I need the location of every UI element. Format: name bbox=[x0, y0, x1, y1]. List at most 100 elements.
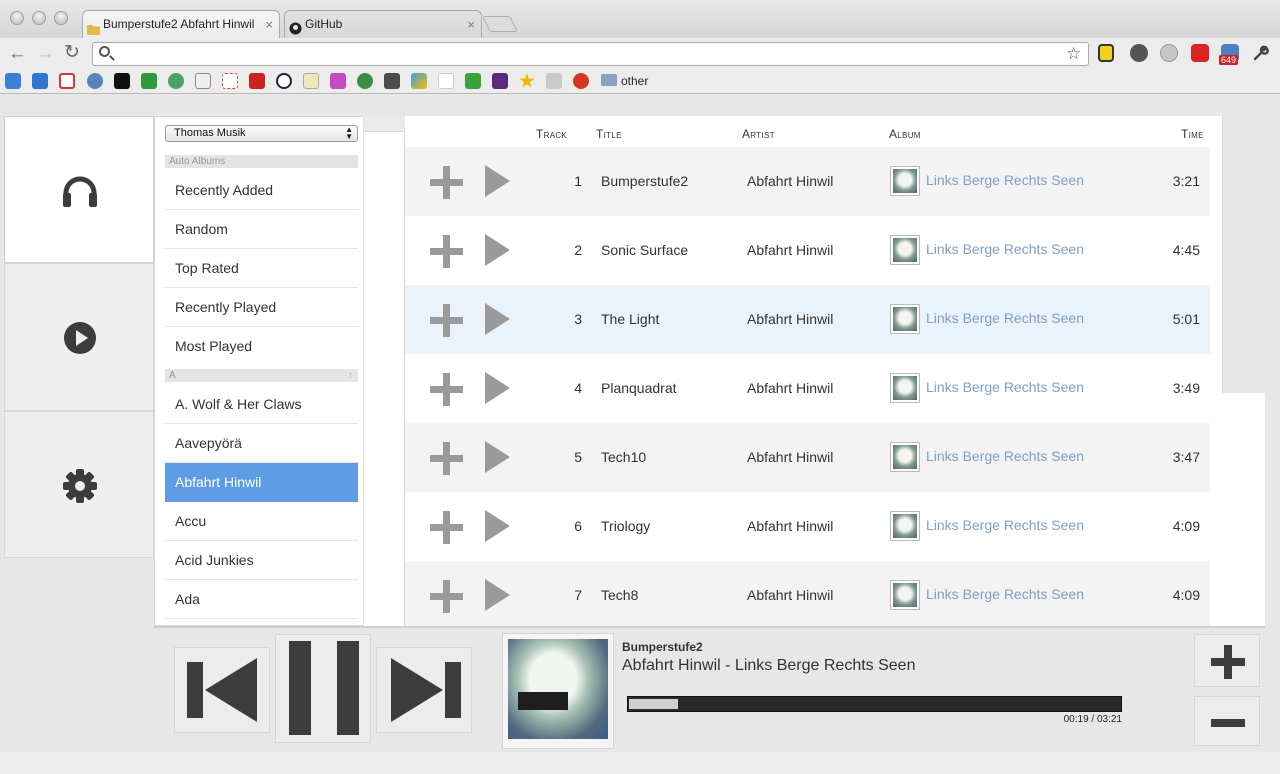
column-header-artist[interactable]: Artist bbox=[742, 127, 775, 141]
table-row[interactable]: 1 Bumperstufe2 Abfahrt Hinwil Links Berg… bbox=[405, 147, 1210, 216]
album-link[interactable]: Links Berge Rechts Seen bbox=[926, 448, 1084, 464]
nav-settings[interactable] bbox=[4, 411, 154, 558]
album-link[interactable]: Links Berge Rechts Seen bbox=[926, 310, 1084, 326]
close-window-icon[interactable] bbox=[10, 11, 24, 25]
progress-bar[interactable] bbox=[627, 696, 1122, 712]
add-to-queue-icon[interactable] bbox=[430, 511, 463, 544]
address-bar[interactable] bbox=[92, 42, 1089, 66]
bookmark-star-icon[interactable]: ☆ bbox=[1066, 44, 1081, 64]
minimize-window-icon[interactable] bbox=[32, 11, 46, 25]
column-header-album[interactable]: Album bbox=[889, 127, 921, 141]
album-link[interactable]: Links Berge Rechts Seen bbox=[926, 517, 1084, 533]
table-row[interactable]: 7 Tech8 Abfahrt Hinwil Links Berge Recht… bbox=[405, 561, 1210, 626]
album-column-header bbox=[364, 116, 405, 132]
bookmark-icon[interactable] bbox=[222, 73, 238, 89]
table-row[interactable]: 2 Sonic Surface Abfahrt Hinwil Links Ber… bbox=[405, 216, 1210, 285]
artist-item[interactable]: A. Wolf & Her Claws bbox=[165, 385, 358, 424]
play-icon[interactable] bbox=[485, 303, 510, 335]
tracklist-scrollbar-thumb[interactable] bbox=[1222, 116, 1265, 393]
gmail-icon[interactable] bbox=[59, 73, 75, 89]
play-icon[interactable] bbox=[485, 510, 510, 542]
album-item-random[interactable]: Random bbox=[165, 210, 358, 249]
album-link[interactable]: Links Berge Rechts Seen bbox=[926, 379, 1084, 395]
volume-down-button[interactable] bbox=[1194, 696, 1260, 746]
track-time: 3:49 bbox=[1172, 380, 1200, 396]
column-header-time[interactable]: Time bbox=[1181, 127, 1204, 141]
wikipedia-icon[interactable] bbox=[195, 73, 211, 89]
play-icon[interactable] bbox=[485, 579, 510, 611]
track-title: Planquadrat bbox=[601, 380, 677, 396]
bookmark-icon[interactable] bbox=[357, 73, 373, 89]
nav-library[interactable] bbox=[4, 116, 154, 263]
forward-button[interactable]: → bbox=[36, 44, 55, 64]
bookmark-icon[interactable] bbox=[492, 73, 508, 89]
back-button[interactable]: ← bbox=[8, 44, 27, 64]
scroll-up-icon[interactable]: ↑ bbox=[348, 369, 353, 382]
extension-hand-icon[interactable] bbox=[1160, 44, 1178, 62]
bookmark-icon[interactable] bbox=[168, 73, 184, 89]
new-tab-button[interactable] bbox=[482, 16, 518, 32]
zoom-window-icon[interactable] bbox=[54, 11, 68, 25]
tab-bumperstufe2[interactable]: Bumperstufe2 Abfahrt Hinwil × bbox=[82, 10, 280, 38]
bookmark-icon[interactable] bbox=[276, 73, 292, 89]
add-to-queue-icon[interactable] bbox=[430, 235, 463, 268]
bookmark-icon[interactable] bbox=[5, 73, 21, 89]
album-item-most-played[interactable]: Most Played bbox=[165, 327, 358, 366]
bookmark-icon[interactable] bbox=[546, 73, 562, 89]
album-link[interactable]: Links Berge Rechts Seen bbox=[926, 172, 1084, 188]
add-to-queue-icon[interactable] bbox=[430, 580, 463, 613]
address-input[interactable] bbox=[117, 45, 1047, 63]
tab-close-icon[interactable]: × bbox=[467, 11, 475, 38]
library-select[interactable]: Thomas Musik ▲ ▼ bbox=[165, 125, 358, 142]
play-icon[interactable] bbox=[485, 441, 510, 473]
bookmark-icon[interactable] bbox=[384, 73, 400, 89]
nav-now-playing[interactable] bbox=[4, 263, 154, 411]
next-button[interactable] bbox=[376, 647, 472, 733]
bookmark-icon[interactable] bbox=[330, 73, 346, 89]
spreadsheet-icon[interactable] bbox=[141, 73, 157, 89]
ebay-icon[interactable] bbox=[438, 73, 454, 89]
tab-close-icon[interactable]: × bbox=[265, 11, 273, 38]
bookmark-icon[interactable] bbox=[87, 73, 103, 89]
artist-item-selected[interactable]: Abfahrt Hinwil bbox=[165, 463, 358, 502]
artist-item[interactable]: Acid Junkies bbox=[165, 541, 358, 580]
bookmark-folder-other[interactable]: other bbox=[621, 74, 648, 88]
add-to-queue-icon[interactable] bbox=[430, 304, 463, 337]
artist-item[interactable]: Aavepyörä bbox=[165, 424, 358, 463]
table-row[interactable]: 4 Planquadrat Abfahrt Hinwil Links Berge… bbox=[405, 354, 1210, 423]
table-row[interactable]: 5 Tech10 Abfahrt Hinwil Links Berge Rech… bbox=[405, 423, 1210, 492]
youtube-icon[interactable] bbox=[249, 73, 265, 89]
album-link[interactable]: Links Berge Rechts Seen bbox=[926, 241, 1084, 257]
download-icon[interactable] bbox=[465, 73, 481, 89]
add-to-queue-icon[interactable] bbox=[430, 373, 463, 406]
extension-phone-icon[interactable] bbox=[1098, 44, 1114, 62]
wrench-icon[interactable] bbox=[1252, 44, 1270, 62]
album-item-recently-played[interactable]: Recently Played bbox=[165, 288, 358, 327]
play-icon[interactable] bbox=[485, 372, 510, 404]
bookmark-icon[interactable] bbox=[303, 73, 319, 89]
album-item-recently-added[interactable]: Recently Added bbox=[165, 171, 358, 210]
previous-button[interactable] bbox=[174, 647, 270, 733]
bookmark-icon[interactable] bbox=[114, 73, 130, 89]
pause-button[interactable] bbox=[275, 634, 371, 743]
column-header-title[interactable]: Title bbox=[596, 127, 622, 141]
column-header-track[interactable]: Track bbox=[536, 127, 567, 141]
album-item-top-rated[interactable]: Top Rated bbox=[165, 249, 358, 288]
reload-button[interactable]: ↻ bbox=[64, 43, 80, 63]
tab-github[interactable]: GitHub × bbox=[284, 10, 482, 38]
play-icon[interactable] bbox=[485, 234, 510, 266]
table-row[interactable]: 6 Triology Abfahrt Hinwil Links Berge Re… bbox=[405, 492, 1210, 561]
calendar-icon[interactable] bbox=[32, 73, 48, 89]
extension-clock-icon[interactable] bbox=[1130, 44, 1148, 62]
artist-item[interactable]: Accu bbox=[165, 502, 358, 541]
extension-youtube-icon[interactable] bbox=[1191, 44, 1209, 62]
tomato-icon[interactable] bbox=[573, 73, 589, 89]
add-to-queue-icon[interactable] bbox=[430, 166, 463, 199]
album-link[interactable]: Links Berge Rechts Seen bbox=[926, 586, 1084, 602]
volume-up-button[interactable] bbox=[1194, 634, 1260, 687]
play-icon[interactable] bbox=[485, 165, 510, 197]
table-row-hovered[interactable]: 3 The Light Abfahrt Hinwil Links Berge R… bbox=[405, 285, 1210, 354]
artist-item[interactable]: Ada bbox=[165, 580, 358, 619]
add-to-queue-icon[interactable] bbox=[430, 442, 463, 475]
play-store-icon[interactable] bbox=[411, 73, 427, 89]
